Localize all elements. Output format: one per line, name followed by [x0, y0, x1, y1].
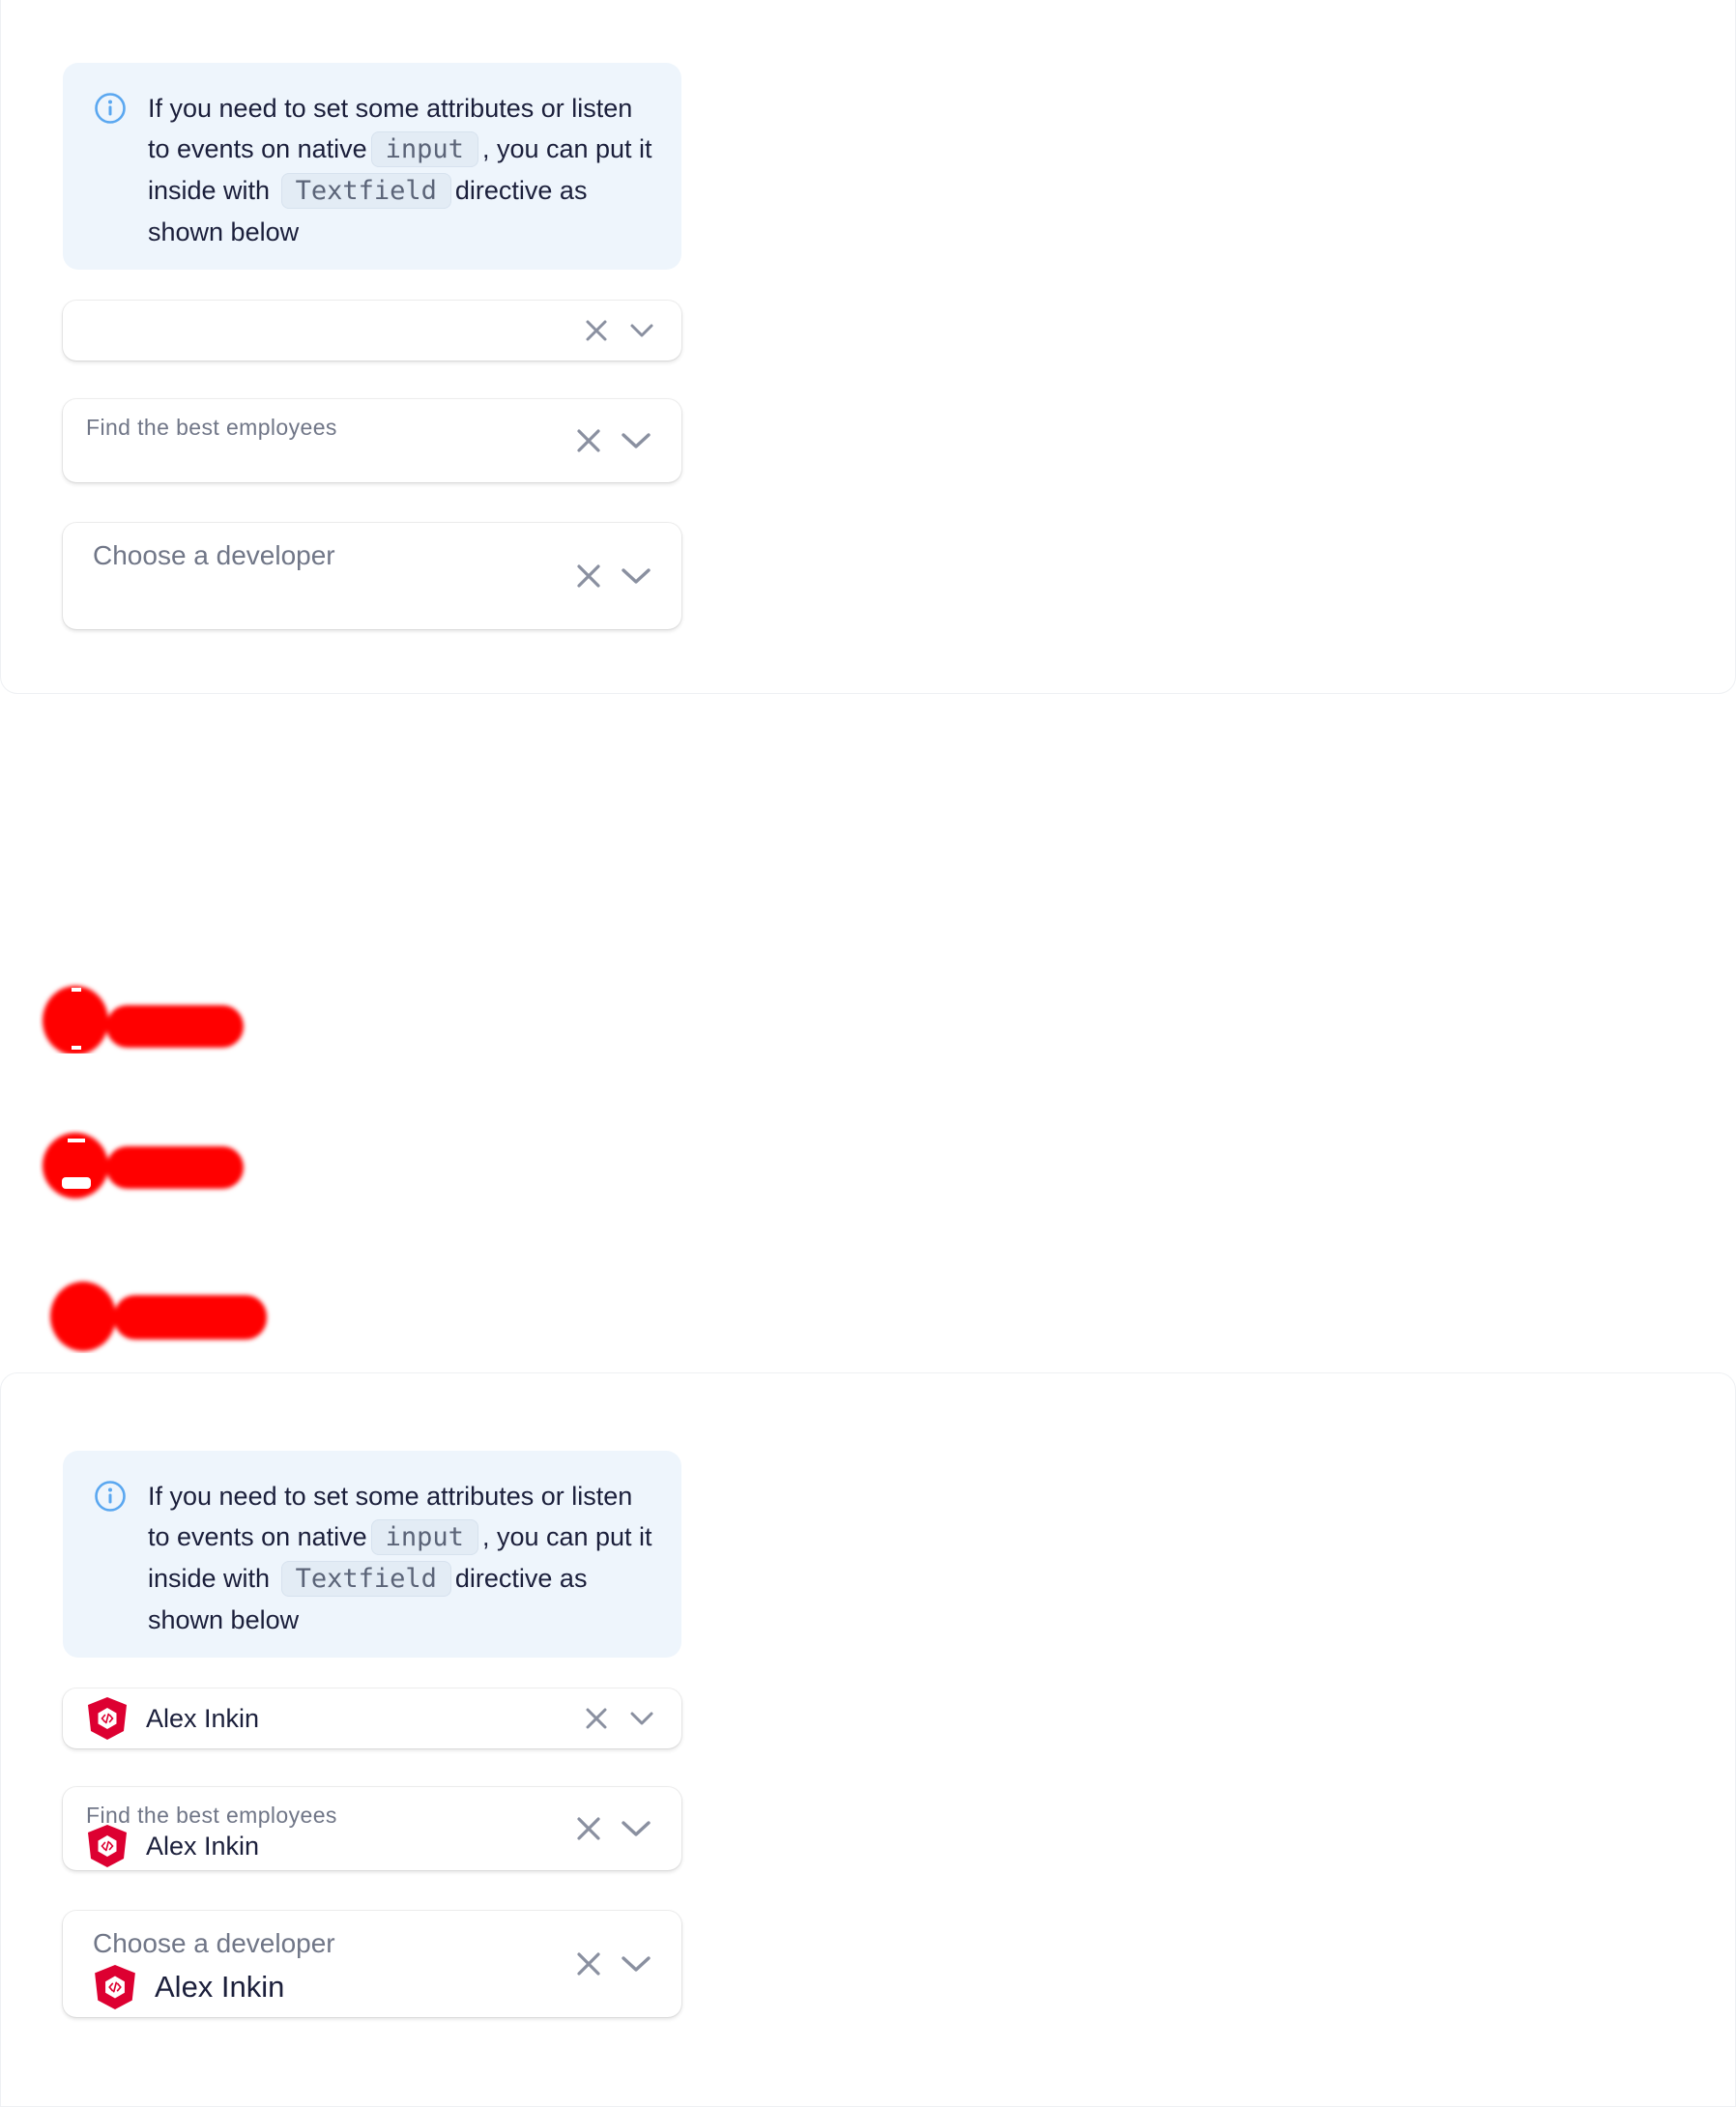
example-panel-empty: If you need to set some attributes or li…	[0, 0, 1736, 694]
code-textfield: Textfield	[280, 173, 451, 209]
notice-text: If you need to set some attributes or li…	[148, 88, 660, 252]
code-input: input	[370, 131, 478, 167]
select-value[interactable]: Alex Inkin	[93, 1965, 284, 2009]
angular-shield-icon	[95, 1965, 135, 2009]
chevron-down-icon[interactable]	[621, 1818, 651, 1839]
field-label: Choose a developer	[93, 1928, 335, 1958]
select-value-text: Alex Inkin	[146, 1703, 260, 1733]
info-notice: If you need to set some attributes or li…	[63, 63, 681, 270]
field-label: Choose a developer	[93, 540, 335, 570]
redaction-mark	[50, 1282, 267, 1351]
close-icon[interactable]	[576, 1816, 601, 1841]
select-field-medium[interactable]: Find the best employees	[63, 399, 681, 482]
select-field-small[interactable]	[63, 301, 681, 361]
select-field-large[interactable]: Choose a developer	[63, 523, 681, 629]
close-icon[interactable]	[576, 1951, 601, 1977]
notice-text: If you need to set some attributes or li…	[148, 1476, 660, 1640]
select-value[interactable]: Alex Inkin	[86, 1697, 260, 1740]
chevron-down-icon[interactable]	[629, 1709, 654, 1728]
close-icon[interactable]	[585, 319, 608, 342]
close-icon[interactable]	[576, 428, 601, 453]
angular-shield-icon	[88, 1697, 127, 1740]
select-field-small[interactable]: Alex Inkin	[63, 1688, 681, 1748]
redaction-mark	[43, 986, 244, 1054]
chevron-down-icon[interactable]	[621, 1953, 651, 1975]
field-label: Find the best employees	[86, 415, 337, 440]
info-icon	[95, 93, 126, 124]
example-panel-filled: If you need to set some attributes or li…	[0, 1372, 1736, 2107]
chevron-down-icon[interactable]	[629, 321, 654, 340]
redaction-mark	[43, 1133, 244, 1198]
info-icon	[95, 1481, 126, 1512]
angular-shield-icon	[88, 1825, 127, 1867]
code-input: input	[370, 1519, 478, 1555]
select-value-text: Alex Inkin	[146, 1831, 260, 1861]
select-field-medium[interactable]: Find the best employees Alex Inkin	[63, 1787, 681, 1870]
info-notice: If you need to set some attributes or li…	[63, 1451, 681, 1658]
code-textfield: Textfield	[280, 1561, 451, 1597]
close-icon[interactable]	[585, 1707, 608, 1730]
select-value[interactable]: Alex Inkin	[86, 1825, 260, 1867]
select-field-large[interactable]: Choose a developer Alex Inkin	[63, 1911, 681, 2017]
select-value-text: Alex Inkin	[155, 1970, 285, 2004]
chevron-down-icon[interactable]	[621, 430, 651, 451]
chevron-down-icon[interactable]	[621, 565, 651, 587]
close-icon[interactable]	[576, 563, 601, 589]
